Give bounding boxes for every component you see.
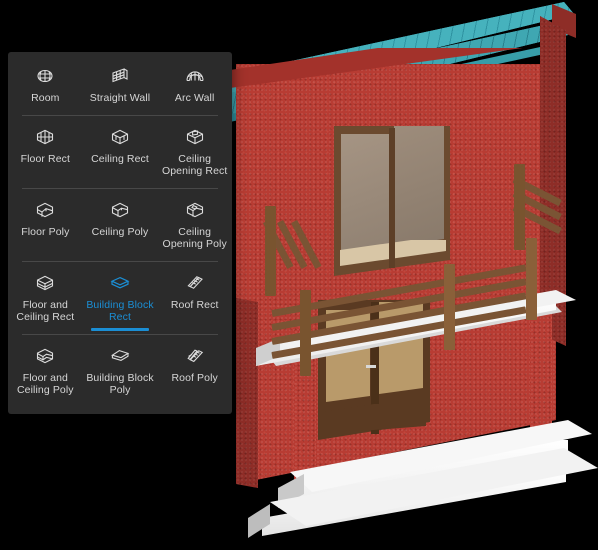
tool-item-floor-rect[interactable]: Floor Rect <box>8 119 83 185</box>
tool-label: Arc Wall <box>174 92 215 104</box>
tool-group-poly-surfaces: Floor Poly Ceiling Poly Ceiling Opening … <box>8 192 232 258</box>
upper-door-mullion <box>389 128 395 268</box>
tool-group-blocks-poly: Floor and Ceiling Poly Building Block Po… <box>8 338 232 404</box>
tool-label: Ceiling Opening Poly <box>162 225 227 251</box>
tool-item-ceiling-rect[interactable]: Ceiling Rect <box>83 119 158 185</box>
tool-label: Floor Poly <box>21 225 70 238</box>
tool-group-walls: Room Straight Wall Arc Wall <box>8 58 232 112</box>
tool-item-ceiling-opening-rect[interactable]: Ceiling Opening Rect <box>157 119 232 185</box>
tool-item-ceiling-poly[interactable]: Ceiling Poly <box>83 192 158 258</box>
ceiling-rect-icon <box>109 127 131 147</box>
floor-rect-icon <box>34 127 56 147</box>
upper-glass-pane-right <box>394 126 444 246</box>
tool-row: Floor and Ceiling Rect Building Block Re… <box>8 265 232 331</box>
room-icon <box>34 66 56 86</box>
tool-label: Floor Rect <box>20 152 71 165</box>
tool-item-building-block-poly[interactable]: Building Block Poly <box>83 338 158 404</box>
tool-label: Building Block Rect <box>86 298 154 324</box>
tool-row: Floor and Ceiling Poly Building Block Po… <box>8 338 232 404</box>
tool-label: Floor and Ceiling Rect <box>16 298 75 324</box>
ceiling-poly-icon <box>109 200 131 220</box>
tool-item-arc-wall[interactable]: Arc Wall <box>157 58 232 112</box>
tool-item-roof-rect[interactable]: Roof Rect <box>157 265 232 331</box>
floor-poly-icon <box>34 200 56 220</box>
floor-and-ceiling-rect-icon <box>34 273 56 293</box>
tool-label: Ceiling Opening Rect <box>161 152 228 178</box>
tool-group-blocks-rect: Floor and Ceiling Rect Building Block Re… <box>8 265 232 331</box>
roof-rect-icon <box>184 273 206 293</box>
tool-item-roof-poly[interactable]: Roof Poly <box>157 338 232 404</box>
building-block-rect-icon <box>109 273 131 293</box>
tool-label: Roof Rect <box>170 298 219 311</box>
tool-label: Roof Poly <box>171 371 218 384</box>
divider <box>22 114 218 116</box>
tool-group-rect-surfaces: Floor Rect Ceiling Rect Ceiling Opening … <box>8 119 232 185</box>
tool-item-ceiling-opening-poly[interactable]: Ceiling Opening Poly <box>157 192 232 258</box>
wall-left-edge <box>236 298 258 488</box>
tool-row: Room Straight Wall Arc Wall <box>8 58 232 112</box>
divider <box>22 333 218 335</box>
tool-label: Floor and Ceiling Poly <box>17 371 74 397</box>
tool-label: Ceiling Poly <box>91 225 149 238</box>
tool-label: Ceiling Rect <box>91 152 149 165</box>
ceiling-opening-rect-icon <box>184 127 206 147</box>
tool-item-room[interactable]: Room <box>8 58 83 112</box>
tool-item-floor-poly[interactable]: Floor Poly <box>8 192 83 258</box>
tool-label: Straight Wall <box>89 92 151 104</box>
tool-label: Room <box>31 92 60 104</box>
railing-post <box>514 164 525 250</box>
tool-item-floor-and-ceiling-rect[interactable]: Floor and Ceiling Rect <box>8 265 83 331</box>
tool-item-straight-wall[interactable]: Straight Wall <box>83 58 158 112</box>
railing-post <box>300 290 311 376</box>
floor-and-ceiling-poly-icon <box>34 346 56 366</box>
divider <box>22 187 218 189</box>
railing-post <box>444 264 455 350</box>
arc-wall-icon <box>184 66 206 86</box>
building-block-poly-icon <box>109 346 131 366</box>
tool-item-floor-and-ceiling-poly[interactable]: Floor and Ceiling Poly <box>8 338 83 404</box>
railing-post <box>265 206 276 296</box>
roof-poly-icon <box>184 346 206 366</box>
modeling-tools-palette[interactable]: Room Straight Wall Arc Wall Floor Rect C… <box>8 52 232 414</box>
tool-row: Floor Rect Ceiling Rect Ceiling Opening … <box>8 119 232 185</box>
tool-item-building-block-rect[interactable]: Building Block Rect <box>83 265 158 331</box>
divider <box>22 260 218 262</box>
door-handle <box>366 365 376 368</box>
railing-post <box>526 238 537 320</box>
ceiling-opening-poly-icon <box>184 200 206 220</box>
tool-label: Building Block Poly <box>86 371 154 397</box>
tool-row: Floor Poly Ceiling Poly Ceiling Opening … <box>8 192 232 258</box>
selected-indicator <box>90 327 150 331</box>
straight-wall-icon <box>109 66 131 86</box>
